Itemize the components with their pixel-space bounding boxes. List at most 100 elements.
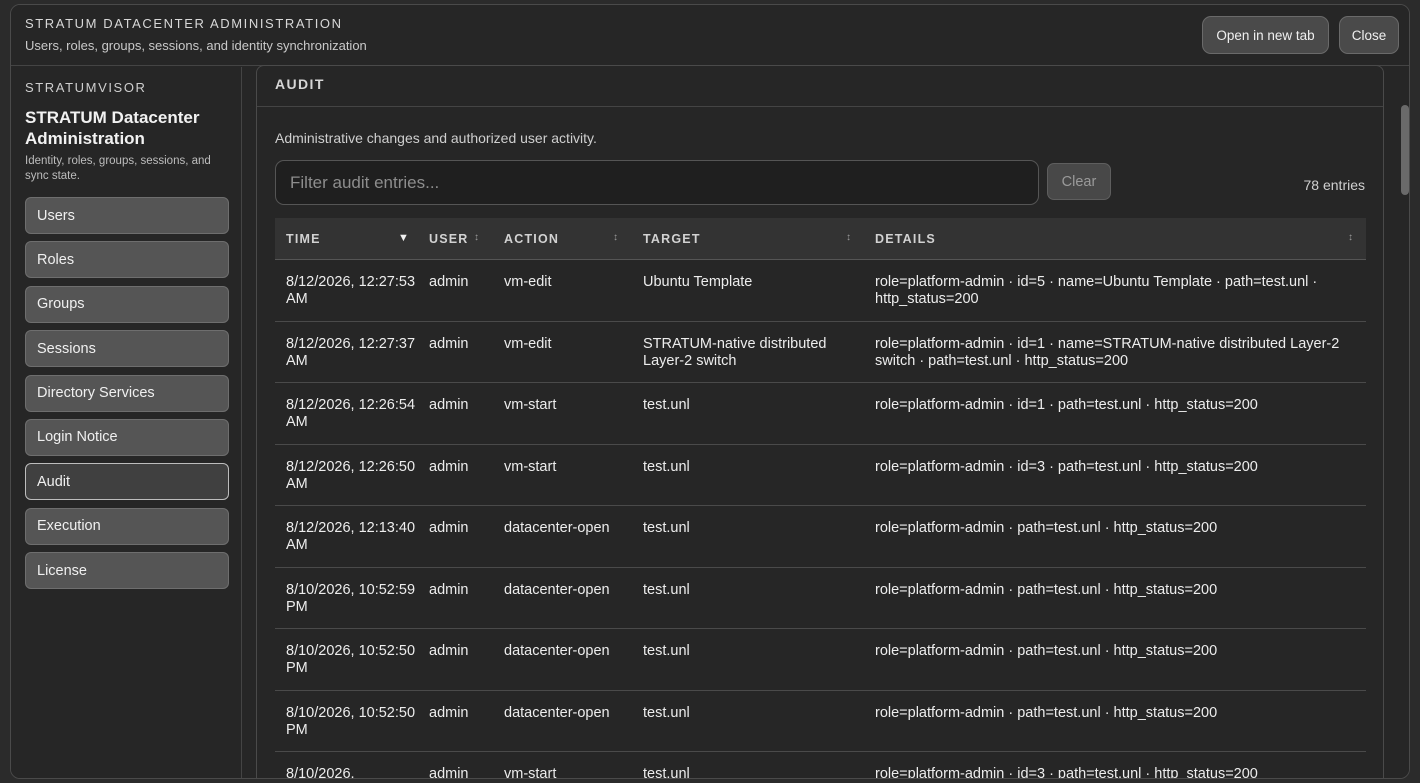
cell-user: admin	[429, 520, 469, 536]
open-in-new-tab-button[interactable]: Open in new tab	[1202, 16, 1329, 54]
column-label: DETAILS	[875, 232, 936, 246]
cell-user: admin	[429, 335, 469, 352]
cell-action: vm-start	[504, 397, 557, 413]
scrollbar-thumb[interactable]	[1401, 105, 1409, 195]
cell-time: 8/10/2026, 10:52:50 PM	[286, 704, 416, 738]
table-row: 8/10/2026, 10:52:50 PM admin datacenter-…	[275, 691, 1366, 752]
cell-target: test.unl	[643, 766, 690, 779]
cell-details: role=platform-admin · path=test.unl · ht…	[875, 704, 1218, 721]
sidebar-item-users[interactable]: Users	[25, 197, 229, 234]
cell-time: 8/12/2026, 12:26:50 AM	[286, 458, 416, 492]
sidebar: STRATUMVISOR STRATUM Datacenter Administ…	[11, 67, 242, 778]
sort-toggle-icon[interactable]: ↕	[474, 232, 479, 243]
cell-action: vm-start	[504, 766, 557, 779]
cell-target: test.unl	[643, 520, 690, 536]
table-row: 8/12/2026, 12:27:37 AM admin vm-edit STR…	[275, 322, 1366, 383]
sort-toggle-icon[interactable]: ↕	[1348, 232, 1353, 243]
column-label: TIME	[286, 232, 321, 246]
entries-count: 78 entries	[1303, 177, 1365, 193]
cell-details: role=platform-admin · id=3 · path=test.u…	[875, 766, 1258, 779]
column-header-user[interactable]: USER	[429, 218, 469, 260]
modal-header: STRATUM DATACENTER ADMINISTRATION Users,…	[11, 5, 1409, 66]
cell-time: 8/12/2026, 12:27:53 AM	[286, 274, 416, 307]
cell-target: test.unl	[643, 643, 690, 659]
modal-subtitle: Users, roles, groups, sessions, and iden…	[25, 38, 367, 53]
close-button[interactable]: Close	[1339, 16, 1399, 54]
audit-table: TIME ▼ USER ↕ ACTION ↕ TARGET ↕ DETAILS …	[275, 218, 1366, 779]
cell-time: 8/10/2026, 10:52:59 PM	[286, 581, 416, 615]
column-header-target[interactable]: TARGET	[643, 218, 701, 260]
brand-label: STRATUMVISOR	[25, 80, 147, 95]
cell-target: test.unl	[643, 704, 690, 721]
cell-user: admin	[429, 581, 469, 598]
cell-user: admin	[429, 458, 469, 475]
cell-user: admin	[429, 766, 469, 779]
sidebar-item-roles[interactable]: Roles	[25, 241, 229, 279]
cell-action: vm-edit	[504, 274, 552, 290]
sidebar-description: Identity, roles, groups, sessions, and s…	[25, 155, 211, 182]
sidebar-item-audit[interactable]: Audit	[25, 463, 229, 501]
cell-action: vm-start	[504, 458, 557, 475]
cell-target: test.unl	[643, 397, 690, 413]
cell-user: admin	[429, 397, 469, 413]
audit-description: Administrative changes and authorized us…	[275, 130, 597, 146]
cell-target: Ubuntu Template	[643, 274, 753, 290]
sidebar-item-sessions[interactable]: Sessions	[25, 330, 229, 368]
clear-filter-button[interactable]: Clear	[1047, 163, 1111, 200]
cell-target: test.unl	[643, 581, 690, 598]
table-row: 8/12/2026, 12:26:50 AM admin vm-start te…	[275, 445, 1366, 506]
sort-desc-icon[interactable]: ▼	[398, 232, 409, 244]
sidebar-item-login-notice[interactable]: Login Notice	[25, 418, 229, 456]
table-row: 8/12/2026, 12:26:54 AM admin vm-start te…	[275, 383, 1366, 445]
cell-time: 8/12/2026, 12:13:40 AM	[286, 520, 416, 553]
cell-time: 8/10/2026, 10:52:50 PM	[286, 643, 416, 676]
sidebar-item-license[interactable]: License	[25, 552, 229, 590]
cell-action: datacenter-open	[504, 520, 610, 536]
sort-toggle-icon[interactable]: ↕	[846, 232, 851, 243]
cell-action: vm-edit	[504, 335, 552, 352]
cell-details: role=platform-admin · id=5 · name=Ubuntu…	[875, 274, 1318, 307]
cell-details: role=platform-admin · id=1 · path=test.u…	[875, 397, 1258, 413]
cell-details: role=platform-admin · id=1 · name=STRATU…	[875, 335, 1340, 369]
cell-target: test.unl	[643, 458, 690, 475]
audit-filter-input[interactable]	[275, 160, 1039, 205]
table-row: 8/10/2026, 10:52:59 PM admin datacenter-…	[275, 568, 1366, 629]
table-row: 8/10/2026, 10:52:50 PM admin datacenter-…	[275, 629, 1366, 691]
cell-details: role=platform-admin · id=3 · path=test.u…	[875, 458, 1258, 475]
cell-user: admin	[429, 704, 469, 721]
table-row: 8/12/2026, 12:27:53 AM admin vm-edit Ubu…	[275, 260, 1366, 322]
audit-title: AUDIT	[275, 76, 325, 92]
cell-user: admin	[429, 274, 469, 290]
cell-details: role=platform-admin · path=test.unl · ht…	[875, 520, 1218, 536]
cell-action: datacenter-open	[504, 643, 610, 659]
cell-time: 8/10/2026,	[286, 766, 355, 779]
table-row: 8/12/2026, 12:13:40 AM admin datacenter-…	[275, 506, 1366, 568]
cell-details: role=platform-admin · path=test.unl · ht…	[875, 581, 1218, 598]
cell-action: datacenter-open	[504, 581, 610, 598]
cell-user: admin	[429, 643, 469, 659]
admin-modal: STRATUM DATACENTER ADMINISTRATION Users,…	[10, 4, 1410, 779]
cell-time: 8/12/2026, 12:26:54 AM	[286, 397, 416, 430]
column-header-action[interactable]: ACTION	[504, 218, 559, 260]
column-label: TARGET	[643, 232, 701, 246]
sidebar-title: STRATUM Datacenter Administration	[25, 108, 200, 148]
cell-time: 8/12/2026, 12:27:37 AM	[286, 335, 416, 369]
cell-details: role=platform-admin · path=test.unl · ht…	[875, 643, 1218, 659]
audit-panel-header: AUDIT	[257, 66, 1383, 107]
table-row: 8/10/2026, admin vm-start test.unl role=…	[275, 752, 1366, 779]
cell-action: datacenter-open	[504, 704, 610, 721]
audit-panel: AUDIT Administrative changes and authori…	[256, 65, 1384, 779]
sidebar-item-groups[interactable]: Groups	[25, 285, 229, 323]
sidebar-nav: Users Roles Groups Sessions Directory Se…	[25, 197, 229, 597]
sidebar-item-directory-services[interactable]: Directory Services	[25, 374, 229, 412]
main-content: AUDIT Administrative changes and authori…	[243, 65, 1409, 779]
table-header: TIME ▼ USER ↕ ACTION ↕ TARGET ↕ DETAILS …	[275, 218, 1366, 260]
sort-toggle-icon[interactable]: ↕	[613, 232, 618, 243]
column-header-time[interactable]: TIME	[286, 218, 321, 260]
column-label: ACTION	[504, 232, 560, 246]
sidebar-item-execution[interactable]: Execution	[25, 507, 229, 545]
cell-target: STRATUM-native distributed Layer-2 switc…	[643, 335, 827, 369]
modal-title: STRATUM DATACENTER ADMINISTRATION	[25, 16, 343, 31]
column-label: USER	[429, 232, 469, 246]
column-header-details[interactable]: DETAILS	[875, 218, 936, 260]
